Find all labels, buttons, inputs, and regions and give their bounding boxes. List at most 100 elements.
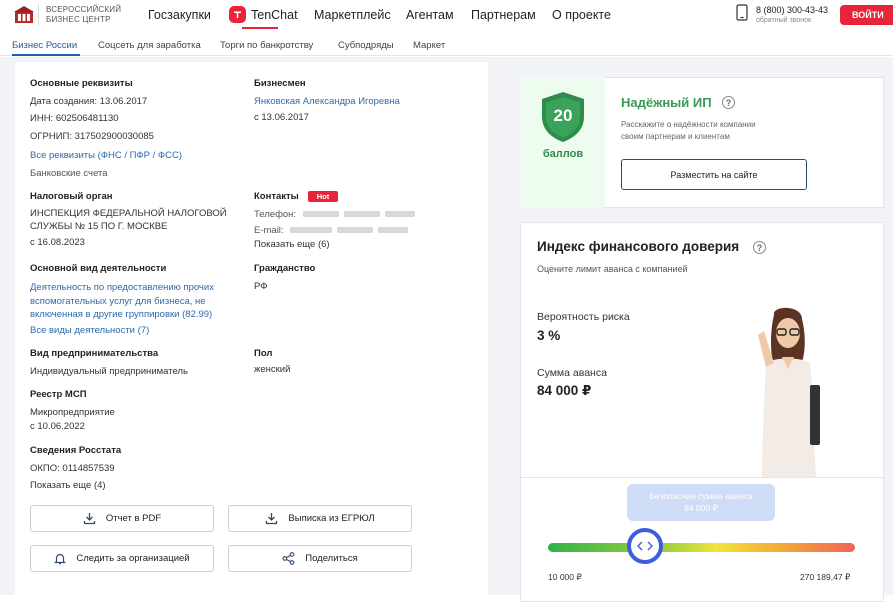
businesswoman-illustration [758,307,820,477]
gender-value: женский [254,364,291,375]
score-value: 20 [553,106,573,125]
nav-marketplace[interactable]: Маркетплейс [314,8,391,22]
login-button[interactable]: ВОЙТИ [840,5,893,25]
score-label: баллов [542,148,584,160]
okpo-value: ОКПО: 0114857539 [30,463,115,474]
msp-value: Микропредприятие [30,407,115,418]
chevrons-left-right-icon [637,541,653,551]
businessman-since: с 13.06.2017 [254,112,309,123]
bell-icon [54,553,67,565]
callback-link[interactable]: обратный звонок [756,17,811,24]
illustration-baseline [521,477,883,478]
msp-registry-title: Реестр МСП [30,389,87,400]
businessman-title: Бизнесмен [254,78,306,89]
place-on-site-button[interactable]: Разместить на сайте [621,159,807,190]
all-requisites-link[interactable]: Все реквизиты (ФНС / ПФР / ФСС) [30,149,182,162]
advance-slider-handle[interactable] [627,528,663,564]
reliability-description: Расскажите о надёжности компании своим п… [621,119,756,143]
msp-since: с 10.06.2022 [30,421,85,432]
inn-value: ИНН: 602506481130 [30,113,119,124]
top-header: ВСЕРОССИЙСКИЙ БИЗНЕС ЦЕНТР Госзакупки Te… [0,0,893,32]
contacts-title: Контакты [254,191,299,202]
activity-line1[interactable]: Деятельность по предоставлению прочих [30,281,214,294]
logo[interactable]: ВСЕРОССИЙСКИЙ БИЗНЕС ЦЕНТР [12,5,121,25]
advance-label: Сумма аванса [537,367,607,379]
nav-tenchat[interactable]: TenChat [251,8,298,22]
contacts-show-more[interactable]: Показать еще (6) [254,238,330,251]
follow-company-label: Следить за организацией [76,553,190,564]
risk-value: 3 % [537,328,561,343]
subnav-business-russia[interactable]: Бизнес России [12,40,77,51]
slider-min-label: 10 000 ₽ [548,572,582,582]
tooltip-line1: Безопасная сумма аванса [649,491,753,501]
rosstat-show-more[interactable]: Показать еще (4) [30,479,106,492]
subnav-social-network[interactable]: Соцсеть для заработка [98,40,201,51]
all-activities-link[interactable]: Все виды деятельности (7) [30,324,149,337]
nav-partners[interactable]: Партнерам [471,8,536,22]
entrepreneur-type-title: Вид предпринимательства [30,348,159,359]
download-icon [266,513,278,525]
egrul-extract-button[interactable]: Выписка из ЕГРЮЛ [228,505,412,532]
share-icon [282,552,295,565]
sub-navigation: Бизнес России Соцсеть для заработка Торг… [0,34,893,56]
share-button[interactable]: Поделиться [228,545,412,572]
logo-divider [38,4,39,26]
ogrnip-value: ОГРНИП: 317502900030085 [30,131,154,142]
citizenship-value: РФ [254,281,268,292]
subnav-active-underline [12,54,80,56]
tax-authority-line1: ИНСПЕКЦИЯ ФЕДЕРАЛЬНОЙ НАЛОГОВОЙ [30,208,227,219]
finance-title: Индекс финансового доверия [537,239,740,254]
bank-accounts-link[interactable]: Банковские счета [30,167,107,180]
entrepreneur-type-value: Индивидуальный предприниматель [30,366,188,377]
follow-company-button[interactable]: Следить за организацией [30,545,214,572]
citizenship-title: Гражданство [254,263,316,274]
phone-icon[interactable] [736,4,748,21]
nav-agents[interactable]: Агентам [406,8,454,22]
subnav-market[interactable]: Маркет [413,40,445,51]
download-icon [83,513,95,525]
contact-phone-row: Телефон: [254,208,420,221]
hidden-email-3 [378,227,409,234]
main-requisites-title: Основные реквизиты [30,78,133,89]
pdf-report-button[interactable]: Отчет в PDF [30,505,214,532]
gender-title: Пол [254,348,273,359]
tenchat-icon [229,6,246,23]
phone-number[interactable]: 8 (800) 300-43-43 [756,5,828,15]
nav-about[interactable]: О проекте [552,8,611,22]
help-icon[interactable]: ? [753,241,766,254]
tooltip-line2: 84 000 ₽ [684,503,718,513]
tax-authority-since: с 16.08.2023 [30,237,85,248]
slider-max-label: 270 189,47 ₽ [800,572,851,582]
businessman-name-link[interactable]: Янковская Александра Игоревна [254,95,400,108]
risk-label: Вероятность риска [537,311,630,323]
logo-text: ВСЕРОССИЙСКИЙ БИЗНЕС ЦЕНТР [46,5,121,25]
subnav-bankruptcy-auctions[interactable]: Торги по банкротству [220,40,313,51]
phone-label: Телефон: [254,209,297,220]
activity-line2[interactable]: вспомогательных услуг для бизнеса, не [30,295,206,308]
hidden-phone-1 [302,211,339,218]
logo-line2: БИЗНЕС ЦЕНТР [46,15,111,24]
activity-line3[interactable]: включенная в другие группировки (82.99) [30,308,212,321]
rosstat-title: Сведения Росстата [30,445,122,456]
reliability-desc-line2: своим партнерам и клиентам [621,132,730,141]
finance-subtitle: Оцените лимит аванса с компанией [537,264,688,274]
main-activity-title: Основной вид деятельности [30,263,167,274]
tax-authority-title: Налоговый орган [30,191,113,202]
nav-goszakupki[interactable]: Госзакупки [148,8,211,22]
help-icon[interactable]: ? [722,96,735,109]
contact-email-row: E-mail: [254,224,413,237]
advance-slider-track[interactable] [548,543,855,552]
logo-emblem-icon [14,6,34,23]
hidden-phone-3 [384,211,415,218]
hidden-phone-2 [343,211,380,218]
subnav-subcontracts[interactable]: Субподряды [338,40,394,51]
safe-advance-tooltip: Безопасная сумма аванса 84 000 ₽ [627,484,775,521]
hot-badge: Hot [308,191,338,202]
reliability-desc-line1: Расскажите о надёжности компании [621,120,756,129]
creation-date: Дата создания: 13.06.2017 [30,96,148,107]
tax-authority-line2: СЛУЖБЫ № 15 ПО Г. МОСКВЕ [30,221,168,232]
email-label: E-mail: [254,225,284,236]
advance-value: 84 000 ₽ [537,383,592,398]
egrul-extract-label: Выписка из ЕГРЮЛ [288,513,375,524]
pdf-report-label: Отчет в PDF [105,513,162,524]
